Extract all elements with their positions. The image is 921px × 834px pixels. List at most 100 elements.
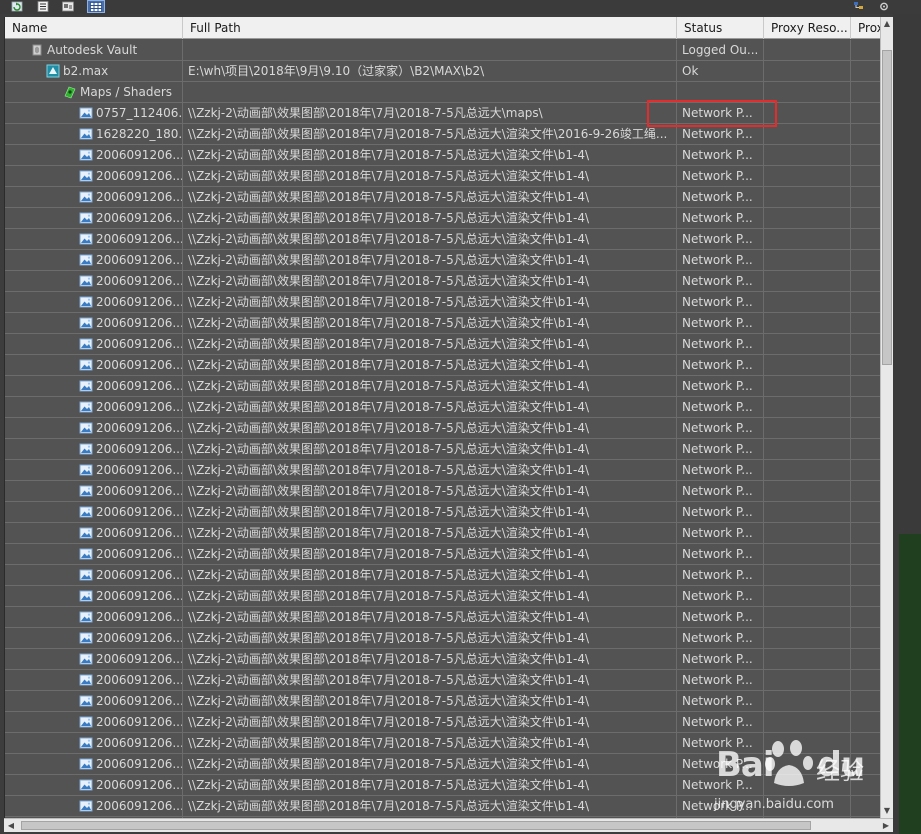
status-cell[interactable]: Network P...: [677, 586, 764, 606]
name-cell[interactable]: 2006091206...: [5, 502, 183, 522]
name-cell[interactable]: 2006091206...: [5, 418, 183, 438]
full-path-cell[interactable]: \\Zzkj-2\动画部\效果图部\2018年\7月\2018-7-5凡总远大\…: [183, 250, 677, 270]
proxy-cell[interactable]: [851, 271, 880, 291]
proxy-cell[interactable]: [851, 460, 880, 480]
name-cell[interactable]: 2006091206...: [5, 187, 183, 207]
proxy-cell[interactable]: [851, 313, 880, 333]
status-cell[interactable]: Network P...: [677, 334, 764, 354]
full-path-cell[interactable]: \\Zzkj-2\动画部\效果图部\2018年\7月\2018-7-5凡总远大\…: [183, 418, 677, 438]
proxy-resolution-cell[interactable]: [764, 649, 851, 669]
full-path-cell[interactable]: \\Zzkj-2\动画部\效果图部\2018年\7月\2018-7-5凡总远大\…: [183, 691, 677, 711]
proxy-resolution-cell[interactable]: [764, 691, 851, 711]
proxy-resolution-cell[interactable]: [764, 670, 851, 690]
proxy-resolution-cell[interactable]: [764, 124, 851, 144]
name-cell[interactable]: 2006091206...: [5, 334, 183, 354]
name-cell[interactable]: 2006091206...: [5, 376, 183, 396]
status-cell[interactable]: Network P...: [677, 355, 764, 375]
status-cell[interactable]: Network P...: [677, 124, 764, 144]
proxy-resolution-cell[interactable]: [764, 607, 851, 627]
proxy-cell[interactable]: [851, 397, 880, 417]
proxy-resolution-cell[interactable]: [764, 40, 851, 60]
table-row[interactable]: Autodesk Vault Logged Ou...: [5, 40, 880, 61]
full-path-cell[interactable]: \\Zzkj-2\动画部\效果图部\2018年\7月\2018-7-5凡总远大\…: [183, 229, 677, 249]
name-cell[interactable]: 2006091206...: [5, 229, 183, 249]
proxy-cell[interactable]: [851, 523, 880, 543]
proxy-resolution-cell[interactable]: [764, 166, 851, 186]
proxy-cell[interactable]: [851, 355, 880, 375]
table-row[interactable]: 2006091206...\\Zzkj-2\动画部\效果图部\2018年\7月\…: [5, 292, 880, 313]
proxy-cell[interactable]: [851, 628, 880, 648]
table-row[interactable]: 2006091206...\\Zzkj-2\动画部\效果图部\2018年\7月\…: [5, 229, 880, 250]
proxy-cell[interactable]: [851, 607, 880, 627]
table-row[interactable]: 2006091206...\\Zzkj-2\动画部\效果图部\2018年\7月\…: [5, 397, 880, 418]
name-cell[interactable]: Maps / Shaders: [5, 82, 183, 102]
proxy-resolution-cell[interactable]: [764, 397, 851, 417]
table-row[interactable]: 2006091206...\\Zzkj-2\动画部\效果图部\2018年\7月\…: [5, 166, 880, 187]
table-row[interactable]: 2006091206...\\Zzkj-2\动画部\效果图部\2018年\7月\…: [5, 271, 880, 292]
proxy-resolution-cell[interactable]: [764, 376, 851, 396]
full-path-cell[interactable]: \\Zzkj-2\动画部\效果图部\2018年\7月\2018-7-5凡总远大\…: [183, 376, 677, 396]
proxy-cell[interactable]: [851, 502, 880, 522]
proxy-resolution-cell[interactable]: [764, 271, 851, 291]
proxy-resolution-cell[interactable]: [764, 418, 851, 438]
table-view-icon[interactable]: [87, 0, 105, 13]
full-path-cell[interactable]: [183, 40, 677, 60]
name-cell[interactable]: 2006091206...: [5, 313, 183, 333]
proxy-resolution-cell[interactable]: [764, 292, 851, 312]
status-cell[interactable]: Logged Ou...: [677, 40, 764, 60]
name-cell[interactable]: Autodesk Vault: [5, 40, 183, 60]
proxy-resolution-cell[interactable]: [764, 208, 851, 228]
proxy-cell[interactable]: [851, 376, 880, 396]
vertical-scrollbar[interactable]: ▲ ▼: [880, 17, 893, 818]
proxy-cell[interactable]: [851, 334, 880, 354]
full-path-cell[interactable]: \\Zzkj-2\动画部\效果图部\2018年\7月\2018-7-5凡总远大\…: [183, 166, 677, 186]
list-icon[interactable]: [36, 0, 50, 12]
proxy-cell[interactable]: [851, 166, 880, 186]
tree-icon[interactable]: [852, 0, 866, 12]
full-path-cell[interactable]: \\Zzkj-2\动画部\效果图部\2018年\7月\2018-7-5凡总远大\…: [183, 586, 677, 606]
status-cell[interactable]: Network P...: [677, 439, 764, 459]
name-cell[interactable]: 2006091206...: [5, 145, 183, 165]
status-cell[interactable]: Network P...: [677, 460, 764, 480]
full-path-cell[interactable]: \\Zzkj-2\动画部\效果图部\2018年\7月\2018-7-5凡总远大\…: [183, 271, 677, 291]
proxy-cell[interactable]: [851, 187, 880, 207]
column-header-proxy[interactable]: Prox: [851, 17, 880, 39]
full-path-cell[interactable]: \\Zzkj-2\动画部\效果图部\2018年\7月\2018-7-5凡总远大\…: [183, 628, 677, 648]
full-path-cell[interactable]: [183, 82, 677, 102]
table-row[interactable]: 2006091206...\\Zzkj-2\动画部\效果图部\2018年\7月\…: [5, 187, 880, 208]
proxy-cell[interactable]: [851, 103, 880, 123]
status-cell[interactable]: Network P...: [677, 691, 764, 711]
status-cell[interactable]: Network P...: [677, 271, 764, 291]
status-cell[interactable]: Network P...: [677, 418, 764, 438]
proxy-cell[interactable]: [851, 418, 880, 438]
proxy-resolution-cell[interactable]: [764, 145, 851, 165]
status-cell[interactable]: Network P...: [677, 250, 764, 270]
table-row[interactable]: 2006091206...\\Zzkj-2\动画部\效果图部\2018年\7月\…: [5, 250, 880, 271]
proxy-cell[interactable]: [851, 586, 880, 606]
table-row[interactable]: 2006091206...\\Zzkj-2\动画部\效果图部\2018年\7月\…: [5, 502, 880, 523]
name-cell[interactable]: 2006091206...: [5, 607, 183, 627]
proxy-cell[interactable]: [851, 565, 880, 585]
table-row[interactable]: 2006091206...\\Zzkj-2\动画部\效果图部\2018年\7月\…: [5, 313, 880, 334]
name-cell[interactable]: 2006091206...: [5, 775, 183, 795]
full-path-cell[interactable]: \\Zzkj-2\动画部\效果图部\2018年\7月\2018-7-5凡总远大\…: [183, 670, 677, 690]
status-cell[interactable]: Network P...: [677, 397, 764, 417]
scroll-up-icon[interactable]: ▲: [881, 17, 893, 31]
table-row[interactable]: 2006091206...\\Zzkj-2\动画部\效果图部\2018年\7月\…: [5, 712, 880, 733]
status-cell[interactable]: Network P...: [677, 166, 764, 186]
name-cell[interactable]: b2.max: [5, 61, 183, 81]
name-cell[interactable]: 2006091206...: [5, 523, 183, 543]
proxy-resolution-cell[interactable]: [764, 250, 851, 270]
name-cell[interactable]: 2006091206...: [5, 628, 183, 648]
proxy-cell[interactable]: [851, 124, 880, 144]
status-cell[interactable]: Network P...: [677, 544, 764, 564]
name-cell[interactable]: 0757_112406...: [5, 103, 183, 123]
name-cell[interactable]: 2006091206...: [5, 250, 183, 270]
proxy-cell[interactable]: [851, 61, 880, 81]
full-path-cell[interactable]: \\Zzkj-2\动画部\效果图部\2018年\7月\2018-7-5凡总远大\…: [183, 649, 677, 669]
status-cell[interactable]: Network P...: [677, 229, 764, 249]
column-header-status[interactable]: Status: [677, 17, 764, 39]
full-path-cell[interactable]: \\Zzkj-2\动画部\效果图部\2018年\7月\2018-7-5凡总远大\…: [183, 397, 677, 417]
full-path-cell[interactable]: \\Zzkj-2\动画部\效果图部\2018年\7月\2018-7-5凡总远大\…: [183, 103, 677, 123]
proxy-resolution-cell[interactable]: [764, 82, 851, 102]
